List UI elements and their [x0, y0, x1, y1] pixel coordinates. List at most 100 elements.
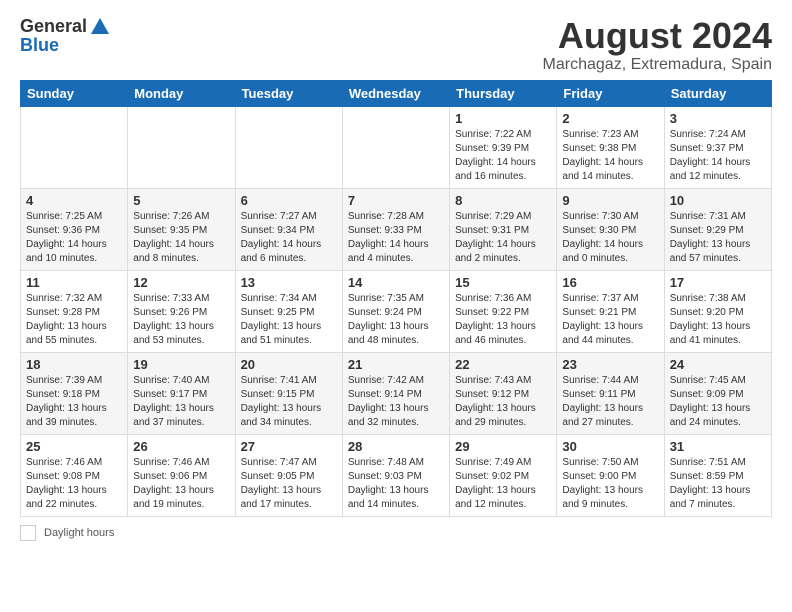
day-number: 8	[455, 193, 551, 208]
day-info: Sunrise: 7:45 AM Sunset: 9:09 PM Dayligh…	[670, 374, 766, 430]
calendar-cell: 8 Sunrise: 7:29 AM Sunset: 9:31 PM Daylig…	[450, 188, 557, 270]
calendar-cell: 20 Sunrise: 7:41 AM Sunset: 9:15 PM Dayli…	[235, 352, 342, 434]
calendar-cell: 18Sunrise: 7:39 AM Sunset: 9:18 PM Dayli…	[21, 352, 128, 434]
calendar-cell: 17 Sunrise: 7:38 AM Sunset: 9:20 PM Dayli…	[664, 270, 771, 352]
day-info: Sunrise: 7:38 AM Sunset: 9:20 PM Dayligh…	[670, 292, 766, 348]
day-info: Sunrise: 7:30 AM Sunset: 9:30 PM Dayligh…	[562, 210, 658, 266]
day-info: Sunrise: 7:35 AM Sunset: 9:24 PM Dayligh…	[348, 292, 444, 348]
day-info: Sunrise: 7:29 AM Sunset: 9:31 PM Dayligh…	[455, 210, 551, 266]
calendar-day-header: Wednesday	[342, 80, 449, 106]
day-info: Sunrise: 7:31 AM Sunset: 9:29 PM Dayligh…	[670, 210, 766, 266]
day-info: Sunrise: 7:23 AM Sunset: 9:38 PM Dayligh…	[562, 128, 658, 184]
calendar-cell: 22 Sunrise: 7:43 AM Sunset: 9:12 PM Dayli…	[450, 352, 557, 434]
day-number: 29	[455, 439, 551, 454]
day-number: 24	[670, 357, 766, 372]
day-info: Sunrise: 7:37 AM Sunset: 9:21 PM Dayligh…	[562, 292, 658, 348]
calendar-cell: 2 Sunrise: 7:23 AM Sunset: 9:38 PM Daylig…	[557, 106, 664, 188]
calendar-cell: 3 Sunrise: 7:24 AM Sunset: 9:37 PM Daylig…	[664, 106, 771, 188]
day-info: Sunrise: 7:34 AM Sunset: 9:25 PM Dayligh…	[241, 292, 337, 348]
calendar-cell: 1Sunrise: 7:22 AM Sunset: 9:39 PM Daylig…	[450, 106, 557, 188]
calendar-week-row: 1Sunrise: 7:22 AM Sunset: 9:39 PM Daylig…	[21, 106, 772, 188]
day-info: Sunrise: 7:43 AM Sunset: 9:12 PM Dayligh…	[455, 374, 551, 430]
day-number: 22	[455, 357, 551, 372]
calendar-cell: 12Sunrise: 7:33 AM Sunset: 9:26 PM Dayli…	[128, 270, 235, 352]
calendar-cell: 15 Sunrise: 7:36 AM Sunset: 9:22 PM Dayli…	[450, 270, 557, 352]
calendar-cell: 31 Sunrise: 7:51 AM Sunset: 8:59 PM Dayli…	[664, 434, 771, 516]
day-number: 14	[348, 275, 444, 290]
day-number: 2	[562, 111, 658, 126]
calendar-cell: 5 Sunrise: 7:26 AM Sunset: 9:35 PM Daylig…	[128, 188, 235, 270]
day-info: Sunrise: 7:32 AM Sunset: 9:28 PM Dayligh…	[26, 292, 122, 348]
calendar-cell: 7Sunrise: 7:28 AM Sunset: 9:33 PM Daylig…	[342, 188, 449, 270]
day-info: Sunrise: 7:22 AM Sunset: 9:39 PM Dayligh…	[455, 128, 551, 184]
calendar-day-header: Tuesday	[235, 80, 342, 106]
day-info: Sunrise: 7:25 AM Sunset: 9:36 PM Dayligh…	[26, 210, 122, 266]
calendar-cell: 23 Sunrise: 7:44 AM Sunset: 9:11 PM Dayli…	[557, 352, 664, 434]
day-number: 28	[348, 439, 444, 454]
day-number: 11	[26, 275, 122, 290]
day-number: 25	[26, 439, 122, 454]
calendar-cell: 6Sunrise: 7:27 AM Sunset: 9:34 PM Daylig…	[235, 188, 342, 270]
calendar-header-row: SundayMondayTuesdayWednesdayThursdayFrid…	[21, 80, 772, 106]
day-number: 3	[670, 111, 766, 126]
day-info: Sunrise: 7:26 AM Sunset: 9:35 PM Dayligh…	[133, 210, 229, 266]
day-number: 23	[562, 357, 658, 372]
day-number: 26	[133, 439, 229, 454]
calendar-cell	[342, 106, 449, 188]
calendar-cell: 27Sunrise: 7:47 AM Sunset: 9:05 PM Dayli…	[235, 434, 342, 516]
day-number: 17	[670, 275, 766, 290]
day-number: 31	[670, 439, 766, 454]
day-info: Sunrise: 7:36 AM Sunset: 9:22 PM Dayligh…	[455, 292, 551, 348]
day-number: 12	[133, 275, 229, 290]
day-number: 5	[133, 193, 229, 208]
logo: General Blue	[20, 16, 111, 56]
day-number: 13	[241, 275, 337, 290]
calendar-week-row: 11 Sunrise: 7:32 AM Sunset: 9:28 PM Dayli…	[21, 270, 772, 352]
header: General Blue August 2024 Marchagaz, Extr…	[20, 16, 772, 74]
calendar-cell	[235, 106, 342, 188]
day-info: Sunrise: 7:44 AM Sunset: 9:11 PM Dayligh…	[562, 374, 658, 430]
calendar-cell: 16 Sunrise: 7:37 AM Sunset: 9:21 PM Dayli…	[557, 270, 664, 352]
day-number: 6	[241, 193, 337, 208]
title-block: August 2024 Marchagaz, Extremadura, Spai…	[543, 16, 772, 74]
calendar-day-header: Saturday	[664, 80, 771, 106]
logo-general-text: General	[20, 17, 87, 37]
calendar-cell	[21, 106, 128, 188]
day-number: 18	[26, 357, 122, 372]
daylight-label: Daylight hours	[44, 527, 114, 539]
calendar-cell: 14 Sunrise: 7:35 AM Sunset: 9:24 PM Dayli…	[342, 270, 449, 352]
day-number: 15	[455, 275, 551, 290]
day-info: Sunrise: 7:51 AM Sunset: 8:59 PM Dayligh…	[670, 456, 766, 512]
day-info: Sunrise: 7:48 AM Sunset: 9:03 PM Dayligh…	[348, 456, 444, 512]
footer: Daylight hours	[20, 525, 772, 541]
calendar-cell: 28 Sunrise: 7:48 AM Sunset: 9:03 PM Dayli…	[342, 434, 449, 516]
calendar-day-header: Friday	[557, 80, 664, 106]
day-number: 30	[562, 439, 658, 454]
logo-blue-text: Blue	[20, 36, 59, 56]
calendar-week-row: 18Sunrise: 7:39 AM Sunset: 9:18 PM Dayli…	[21, 352, 772, 434]
day-info: Sunrise: 7:42 AM Sunset: 9:14 PM Dayligh…	[348, 374, 444, 430]
day-info: Sunrise: 7:41 AM Sunset: 9:15 PM Dayligh…	[241, 374, 337, 430]
day-info: Sunrise: 7:50 AM Sunset: 9:00 PM Dayligh…	[562, 456, 658, 512]
calendar-cell	[128, 106, 235, 188]
day-number: 16	[562, 275, 658, 290]
day-number: 20	[241, 357, 337, 372]
calendar-week-row: 4 Sunrise: 7:25 AM Sunset: 9:36 PM Daylig…	[21, 188, 772, 270]
subtitle: Marchagaz, Extremadura, Spain	[543, 56, 772, 74]
day-info: Sunrise: 7:40 AM Sunset: 9:17 PM Dayligh…	[133, 374, 229, 430]
calendar-cell: 26Sunrise: 7:46 AM Sunset: 9:06 PM Dayli…	[128, 434, 235, 516]
day-info: Sunrise: 7:46 AM Sunset: 9:08 PM Dayligh…	[26, 456, 122, 512]
calendar-cell: 10 Sunrise: 7:31 AM Sunset: 9:29 PM Dayli…	[664, 188, 771, 270]
day-info: Sunrise: 7:24 AM Sunset: 9:37 PM Dayligh…	[670, 128, 766, 184]
day-number: 4	[26, 193, 122, 208]
calendar-cell: 11 Sunrise: 7:32 AM Sunset: 9:28 PM Dayli…	[21, 270, 128, 352]
calendar-cell: 25 Sunrise: 7:46 AM Sunset: 9:08 PM Dayli…	[21, 434, 128, 516]
day-number: 21	[348, 357, 444, 372]
calendar-table: SundayMondayTuesdayWednesdayThursdayFrid…	[20, 80, 772, 517]
day-number: 19	[133, 357, 229, 372]
page: General Blue August 2024 Marchagaz, Extr…	[0, 0, 792, 557]
day-number: 10	[670, 193, 766, 208]
calendar-cell: 19 Sunrise: 7:40 AM Sunset: 9:17 PM Dayli…	[128, 352, 235, 434]
calendar-cell: 21 Sunrise: 7:42 AM Sunset: 9:14 PM Dayli…	[342, 352, 449, 434]
logo-icon	[89, 16, 111, 38]
